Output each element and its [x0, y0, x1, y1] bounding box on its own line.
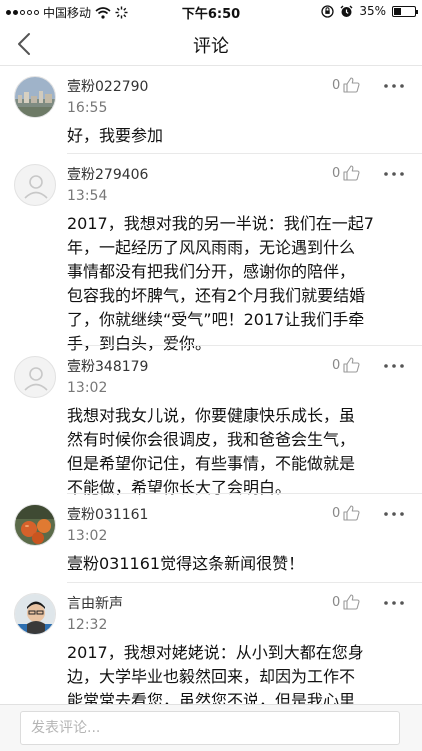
avatar[interactable]	[14, 76, 56, 118]
more-options-button[interactable]	[381, 595, 407, 609]
like-button[interactable]: 0	[332, 357, 360, 373]
comment-item: 壹粉022790 16:55 好，我要参加 0	[0, 66, 422, 154]
comment-list[interactable]: 壹粉022790 16:55 好，我要参加 0 壹粉279406 13:54 2…	[0, 66, 422, 704]
nav-bar: 评论	[0, 22, 422, 66]
comment-time: 13:02	[67, 528, 108, 544]
comment-username[interactable]: 壹粉031161	[67, 504, 148, 524]
comment-username[interactable]: 壹粉022790	[67, 76, 148, 96]
default-user-icon	[24, 367, 48, 391]
like-button[interactable]: 0	[332, 165, 360, 181]
like-button[interactable]: 0	[332, 77, 360, 93]
avatar[interactable]	[14, 504, 56, 546]
default-user-icon	[24, 175, 48, 199]
like-count: 0	[332, 357, 341, 373]
more-options-button[interactable]	[381, 166, 407, 180]
more-dots-icon	[384, 601, 404, 605]
more-dots-icon	[384, 84, 404, 88]
comment-item: 言由新声 12:32 2017，我想对姥姥说：从小到大都在您身 边，大学毕业也毅…	[0, 583, 422, 704]
comment-text: 我想对我女儿说，你要健康快乐成长，虽 然有时候你会很调皮，我和爸爸会生气， 但是…	[67, 406, 356, 497]
battery-fill	[394, 7, 401, 15]
status-right: 35%	[321, 4, 418, 18]
comment-text: 2017，我想对姥姥说：从小到大都在您身 边，大学毕业也毅然回来，却因为工作不 …	[67, 643, 364, 704]
comment-time: 13:54	[67, 188, 108, 204]
like-count: 0	[332, 77, 341, 93]
avatar[interactable]	[14, 593, 56, 635]
comment-username[interactable]: 壹粉279406	[67, 164, 148, 184]
more-dots-icon	[384, 364, 404, 368]
status-bar: 中国移动 下午6:50 35%	[0, 0, 422, 22]
comment-text: 壹粉031161觉得这条新闻很赞！	[67, 554, 305, 573]
thumbs-up-icon	[343, 357, 360, 373]
comment-item: 壹粉031161 13:02 壹粉031161觉得这条新闻很赞！ 0	[0, 494, 422, 583]
like-count: 0	[332, 165, 341, 181]
comment-username[interactable]: 壹粉348179	[67, 356, 148, 376]
like-count: 0	[332, 594, 341, 610]
more-dots-icon	[384, 172, 404, 176]
comment-text: 2017，我想对我的另一半说：我们在一起7 年，一起经历了风风雨雨，无论遇到什么…	[67, 214, 374, 353]
comment-username[interactable]: 言由新声	[67, 593, 123, 613]
comment-time: 13:02	[67, 380, 108, 396]
comment-input-bar	[0, 704, 422, 751]
comment-time: 16:55	[67, 100, 108, 116]
rotation-lock-icon	[321, 4, 334, 18]
like-count: 0	[332, 505, 341, 521]
like-button[interactable]: 0	[332, 505, 360, 521]
thumbs-up-icon	[343, 165, 360, 181]
comment-item: 壹粉279406 13:54 2017，我想对我的另一半说：我们在一起7 年，一…	[0, 154, 422, 353]
comment-item: 壹粉348179 13:02 我想对我女儿说，你要健康快乐成长，虽 然有时候你会…	[0, 346, 422, 497]
more-options-button[interactable]	[381, 506, 407, 520]
more-dots-icon	[384, 512, 404, 516]
page-title: 评论	[193, 36, 229, 57]
comment-text: 好，我要参加	[67, 126, 164, 145]
more-options-button[interactable]	[381, 358, 407, 372]
thumbs-up-icon	[343, 594, 360, 610]
comment-time: 12:32	[67, 617, 108, 633]
battery-icon	[392, 5, 418, 17]
thumbs-up-icon	[343, 77, 360, 93]
avatar[interactable]	[14, 356, 56, 398]
more-options-button[interactable]	[381, 78, 407, 92]
avatar[interactable]	[14, 164, 56, 206]
comment-input[interactable]	[20, 711, 400, 745]
thumbs-up-icon	[343, 505, 360, 521]
alarm-icon	[340, 5, 353, 17]
battery-percent: 35%	[359, 4, 386, 18]
like-button[interactable]: 0	[332, 594, 360, 610]
